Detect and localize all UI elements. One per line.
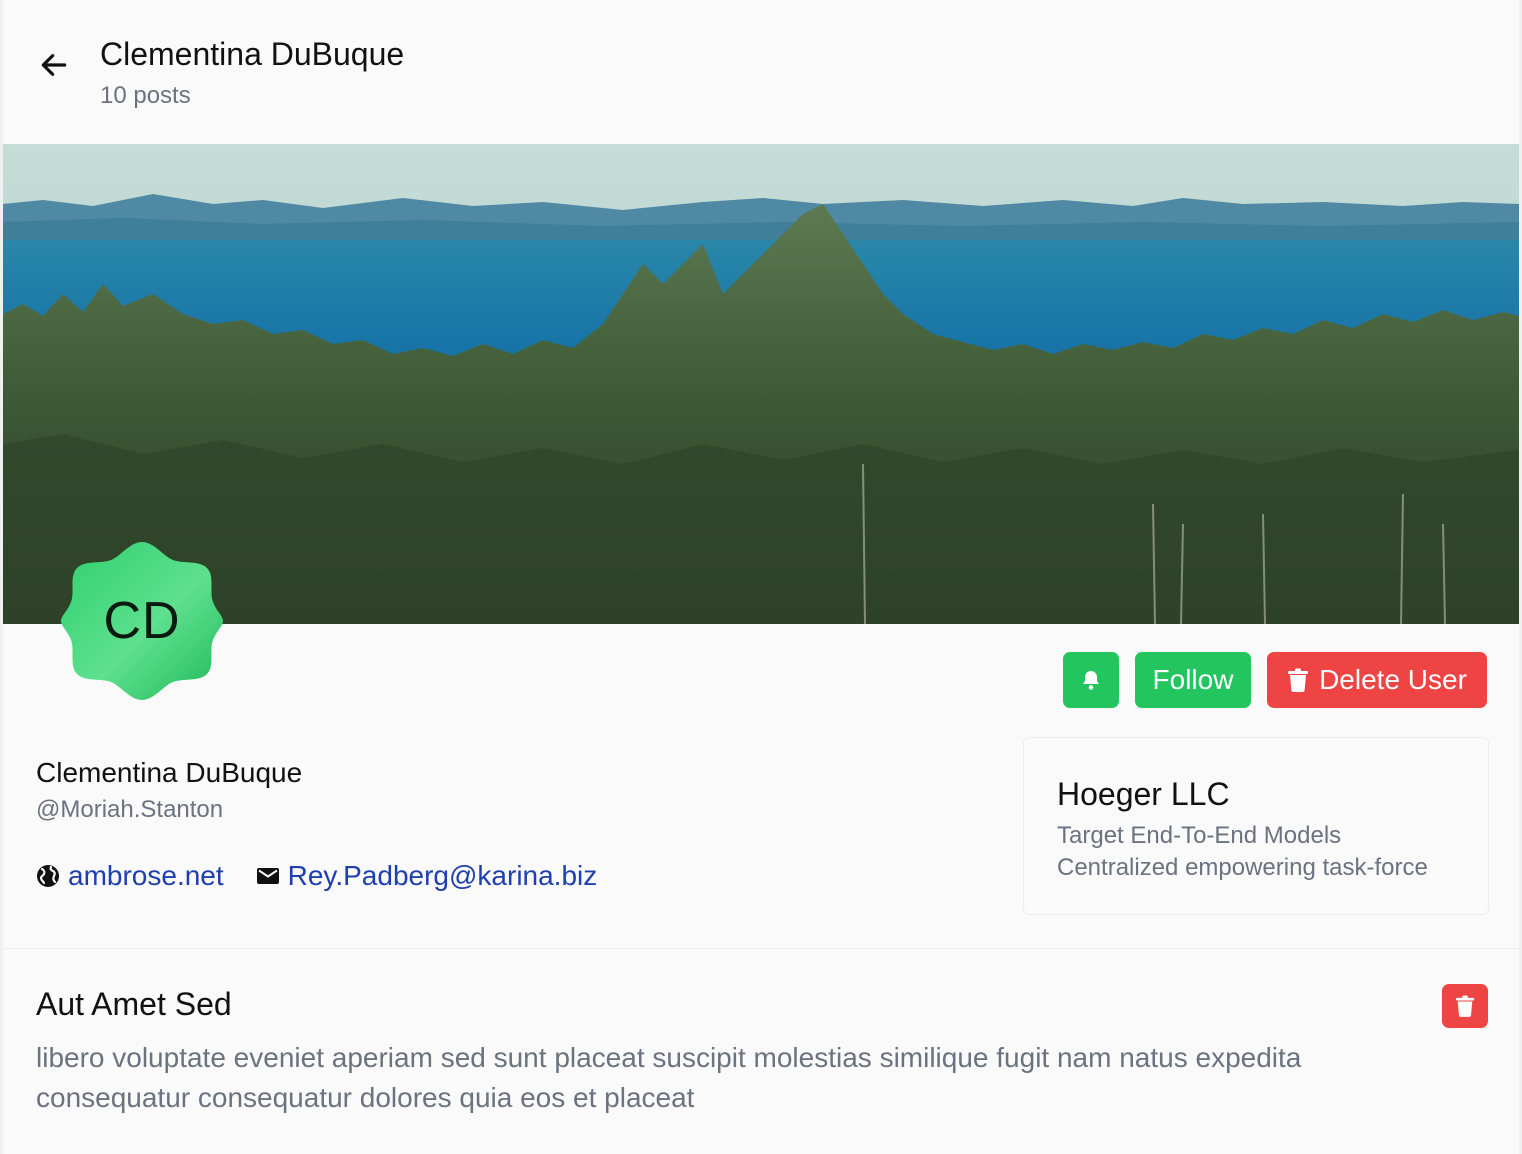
page-title: Clementina DuBuque	[100, 36, 405, 72]
globe-icon	[37, 865, 59, 887]
mail-icon	[256, 868, 279, 884]
back-button[interactable]	[33, 44, 75, 86]
delete-user-label: Delete User	[1319, 664, 1467, 695]
bell-icon	[1083, 671, 1099, 690]
email-link[interactable]: Rey.Padberg@karina.biz	[256, 860, 598, 892]
divider	[3, 948, 1519, 949]
post-body: libero voluptate eveniet aperiam sed sun…	[36, 1042, 1302, 1113]
post-title: Aut Amet Sed	[36, 986, 232, 1022]
post-count: 10 posts	[100, 82, 191, 109]
website-link[interactable]: ambrose.net	[36, 860, 224, 892]
company-bs: Centralized empowering task-force	[1057, 854, 1428, 881]
email-text: Rey.Padberg@karina.biz	[287, 860, 598, 891]
company-name: Hoeger LLC	[1057, 776, 1230, 812]
company-card: Hoeger LLC Target End-To-End Models Cent…	[1023, 737, 1489, 915]
delete-user-button[interactable]: Delete User	[1267, 652, 1487, 708]
trash-icon	[1455, 995, 1475, 1017]
cover-image	[3, 144, 1519, 624]
avatar: CD	[59, 538, 225, 704]
contact-links: ambrose.net Rey.Padberg@karina.biz	[36, 860, 597, 892]
trash-icon	[1288, 668, 1309, 692]
website-text: ambrose.net	[68, 860, 224, 891]
user-handle: @Moriah.Stanton	[36, 796, 224, 823]
header-bar: Clementina DuBuque 10 posts	[3, 0, 1519, 144]
avatar-initials: CD	[103, 592, 181, 650]
user-name: Clementina DuBuque	[36, 757, 303, 788]
profile-actions: Follow Delete User	[1063, 652, 1487, 708]
company-catch-phrase: Target End-To-End Models	[1057, 822, 1342, 849]
notify-button[interactable]	[1063, 652, 1119, 708]
delete-post-button[interactable]	[1442, 984, 1488, 1028]
profile-page: Clementina DuBuque 10 posts CD Follow De…	[0, 0, 1522, 1154]
follow-button[interactable]: Follow	[1135, 652, 1251, 708]
arrow-left-icon	[41, 54, 67, 76]
